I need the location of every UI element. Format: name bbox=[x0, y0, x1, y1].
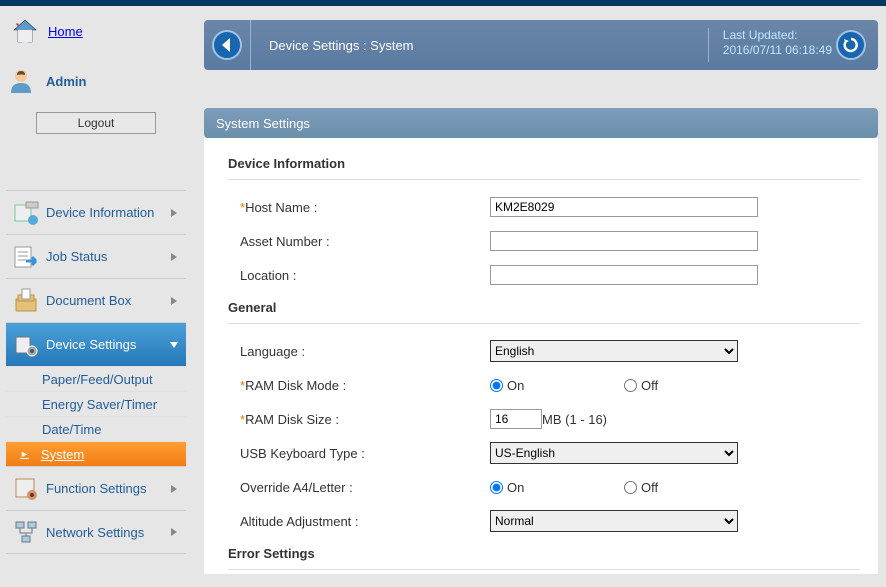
nav-label: Network Settings bbox=[46, 525, 144, 540]
section-device-info: Device Information bbox=[228, 148, 860, 180]
logout-button[interactable]: Logout bbox=[36, 112, 156, 134]
panel-header: System Settings bbox=[204, 108, 878, 138]
altitude-label: Altitude Adjustment : bbox=[240, 514, 359, 529]
chevron-right-icon bbox=[170, 209, 178, 217]
language-label: Language : bbox=[240, 344, 305, 359]
ram-disk-size-input[interactable] bbox=[490, 409, 542, 429]
nav-label: Device Settings bbox=[46, 337, 136, 352]
row-usb-keyboard: USB Keyboard Type : US-English bbox=[228, 436, 860, 470]
nav-document-box[interactable]: Document Box bbox=[6, 278, 186, 322]
chevron-down-icon bbox=[170, 341, 178, 349]
admin-label: Admin bbox=[46, 74, 86, 89]
override-a4-on-radio[interactable] bbox=[490, 481, 503, 494]
header-bar: Device Settings : System Last Updated: 2… bbox=[204, 20, 878, 70]
override-a4-off-radio[interactable] bbox=[624, 481, 637, 494]
override-a4-on[interactable]: On bbox=[490, 480, 624, 495]
altitude-select[interactable]: Normal bbox=[490, 510, 738, 532]
sidebar: Home Admin Logout Device Information Job… bbox=[0, 6, 192, 587]
document-box-icon bbox=[12, 287, 40, 315]
row-altitude: Altitude Adjustment : Normal bbox=[228, 504, 860, 538]
chevron-right-icon bbox=[170, 253, 178, 261]
section-general: General bbox=[228, 292, 860, 324]
ram-disk-mode-label: RAM Disk Mode : bbox=[245, 378, 346, 393]
nav-label: Job Status bbox=[46, 249, 107, 264]
row-host-name: *Host Name : bbox=[228, 190, 860, 224]
function-settings-icon bbox=[12, 475, 40, 503]
chevron-right-icon bbox=[170, 528, 178, 536]
subnav-energy-saver[interactable]: Energy Saver/Timer bbox=[6, 391, 186, 416]
usb-keyboard-label: USB Keyboard Type : bbox=[240, 446, 365, 461]
row-ram-disk-size: *RAM Disk Size : MB (1 - 16) bbox=[228, 402, 860, 436]
location-input[interactable] bbox=[490, 265, 758, 285]
row-asset-number: Asset Number : bbox=[228, 224, 860, 258]
override-a4-label: Override A4/Letter : bbox=[240, 480, 353, 495]
location-label: Location : bbox=[240, 268, 296, 283]
device-info-icon bbox=[12, 199, 40, 227]
nav-network-settings[interactable]: Network Settings bbox=[6, 510, 186, 554]
nav-function-settings[interactable]: Function Settings bbox=[6, 466, 186, 510]
usb-keyboard-select[interactable]: US-English bbox=[490, 442, 738, 464]
ram-disk-mode-on-radio[interactable] bbox=[490, 379, 503, 392]
asset-number-input[interactable] bbox=[490, 231, 758, 251]
override-a4-off[interactable]: Off bbox=[624, 480, 758, 495]
last-updated: Last Updated: 2016/07/11 06:18:49 bbox=[708, 28, 832, 62]
section-error-settings: Error Settings bbox=[228, 538, 860, 570]
asset-number-label: Asset Number : bbox=[240, 234, 330, 249]
subnav-paper-feed[interactable]: Paper/Feed/Output bbox=[6, 366, 186, 391]
device-settings-icon bbox=[12, 331, 40, 359]
subnav-date-time[interactable]: Date/Time bbox=[6, 416, 186, 441]
row-language: Language : English bbox=[228, 334, 860, 368]
subnav-device-settings: Paper/Feed/Output Energy Saver/Timer Dat… bbox=[6, 366, 186, 466]
row-override-a4: Override A4/Letter : On Off bbox=[228, 470, 860, 504]
user-icon bbox=[6, 66, 36, 96]
chevron-right-icon bbox=[170, 297, 178, 305]
home-link[interactable]: Home bbox=[48, 24, 83, 39]
nav-label: Document Box bbox=[46, 293, 131, 308]
subnav-system[interactable]: System bbox=[6, 441, 186, 466]
ram-disk-mode-off[interactable]: Off bbox=[624, 378, 758, 393]
network-settings-icon bbox=[12, 518, 40, 546]
nav-device-settings[interactable]: Device Settings bbox=[6, 322, 186, 366]
nav-label: Function Settings bbox=[46, 481, 146, 496]
nav-device-information[interactable]: Device Information bbox=[6, 190, 186, 234]
home-icon bbox=[10, 16, 40, 46]
ram-disk-mode-on[interactable]: On bbox=[490, 378, 624, 393]
sidebar-admin: Admin bbox=[6, 56, 186, 106]
page-breadcrumb: Device Settings : System bbox=[250, 20, 414, 70]
chevron-right-icon bbox=[170, 485, 178, 493]
main-panel: Device Settings : System Last Updated: 2… bbox=[192, 6, 886, 587]
row-location: Location : bbox=[228, 258, 860, 292]
nav-label: Device Information bbox=[46, 205, 154, 220]
language-select[interactable]: English bbox=[490, 340, 738, 362]
last-updated-value: 2016/07/11 06:18:49 bbox=[723, 43, 832, 58]
job-status-icon bbox=[12, 243, 40, 271]
row-ram-disk-mode: *RAM Disk Mode : On Off bbox=[228, 368, 860, 402]
panel-body: Device Information *Host Name : Asset Nu… bbox=[204, 138, 878, 574]
back-button[interactable] bbox=[212, 30, 242, 60]
nav-job-status[interactable]: Job Status bbox=[6, 234, 186, 278]
ram-disk-size-suffix: MB (1 - 16) bbox=[542, 412, 607, 427]
last-updated-label: Last Updated: bbox=[723, 28, 832, 43]
sidebar-home[interactable]: Home bbox=[6, 12, 186, 56]
host-name-input[interactable] bbox=[490, 197, 758, 217]
host-name-label: Host Name : bbox=[245, 200, 317, 215]
refresh-button[interactable] bbox=[836, 30, 866, 60]
ram-disk-size-label: RAM Disk Size : bbox=[245, 412, 339, 427]
ram-disk-mode-off-radio[interactable] bbox=[624, 379, 637, 392]
